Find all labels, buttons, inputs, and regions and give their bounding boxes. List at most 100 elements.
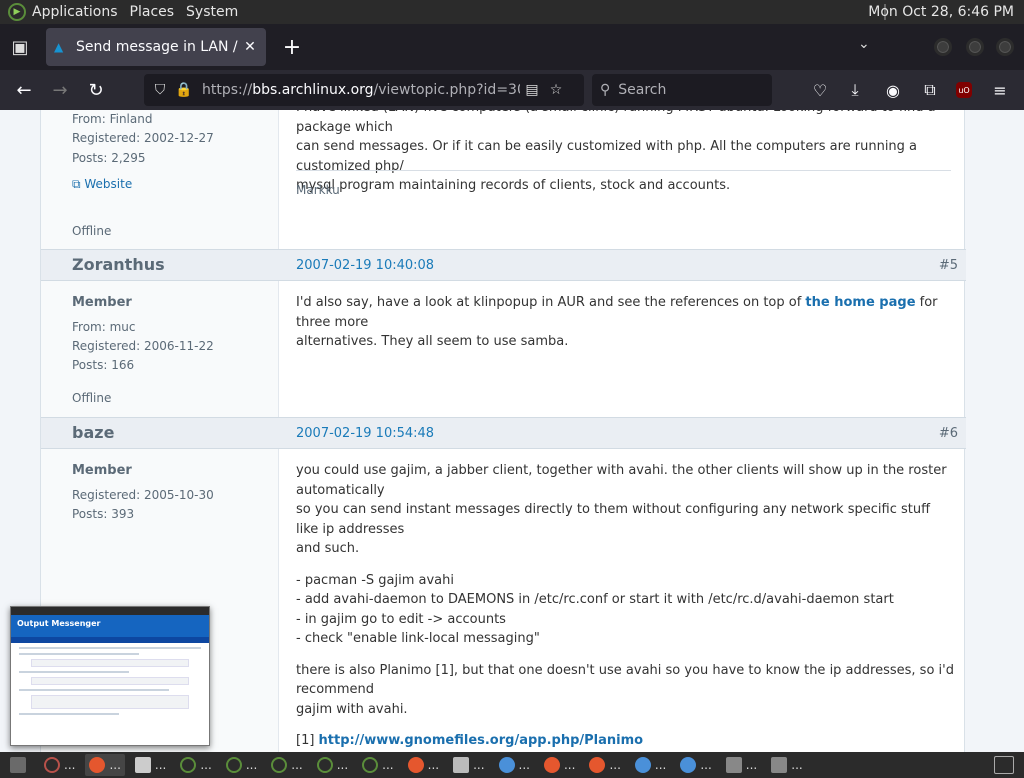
task-item[interactable]: ... (722, 754, 761, 776)
author-registered: Registered: 2006-11-22 (72, 339, 214, 353)
planimo-link[interactable]: http://www.gnomefiles.org/app.php/Planim… (319, 733, 644, 748)
post-username[interactable]: baze (72, 423, 114, 442)
post-line: gajim with avahi. (296, 701, 408, 717)
tab-list-icon[interactable]: ▣ (0, 27, 40, 67)
task-item[interactable]: ... (176, 754, 215, 776)
shield-icon[interactable]: ⛉ (148, 82, 172, 98)
signature-divider (296, 170, 951, 171)
task-label: ... (427, 758, 440, 772)
task-item[interactable]: ... (131, 754, 170, 776)
terminal-icon (225, 757, 242, 773)
clock[interactable]: Mon Oct 28, 6:46 PM (868, 4, 1014, 20)
post-line: and such. (296, 541, 360, 556)
search-bar[interactable]: ⚲ Search (592, 74, 772, 106)
bookmark-star-icon[interactable]: ☆ (544, 82, 568, 98)
chrome-icon (498, 757, 515, 773)
terminal-icon (316, 757, 333, 773)
post-line: there is also Planimo [1], but that one … (296, 662, 954, 698)
task-item[interactable]: ... (449, 754, 488, 776)
tab-title: Send message in LAN / Netw (76, 39, 242, 55)
back-arrow-icon[interactable]: ← (6, 74, 42, 106)
monitor-icon (725, 757, 742, 773)
post-text: I'd also say, have a look at klinpopup i… (296, 295, 806, 310)
author-website-link[interactable]: ⧉ Website (72, 177, 132, 192)
post-signature: Markku (296, 183, 340, 197)
task-item[interactable]: ... (313, 754, 352, 776)
task-label: ... (291, 758, 303, 772)
home-page-link[interactable]: the home page (805, 295, 915, 310)
task-item[interactable]: ... (358, 754, 397, 776)
post-line: I have linked (LAN) five computers (a sm… (296, 110, 936, 135)
active-tab[interactable]: ▲ Send message in LAN / Netw ✕ (46, 28, 266, 66)
chrome-icon (634, 757, 651, 773)
task-firefox-active[interactable]: ... (85, 754, 125, 776)
thumbnail-header: Output Messenger (11, 615, 209, 637)
task-item[interactable]: ... (40, 754, 79, 776)
external-link-icon: ⧉ (72, 177, 85, 191)
post-body: I'd also say, have a look at klinpopup i… (296, 293, 956, 352)
pocket-icon[interactable]: ♡ (808, 78, 832, 102)
arch-favicon-icon: ▲ (54, 40, 64, 54)
thumbnail-line (19, 653, 139, 655)
thumbnail-titlebar (11, 607, 209, 615)
extensions-icon[interactable]: ⧉ (918, 78, 942, 102)
window-preview-thumbnail[interactable]: Output Messenger (10, 606, 210, 746)
post-username[interactable]: Zoranthus (72, 255, 165, 274)
task-item[interactable]: ... (222, 754, 261, 776)
new-tab-button[interactable]: + (278, 35, 306, 60)
task-label: ... (791, 758, 803, 772)
task-item[interactable]: ... (676, 754, 715, 776)
reload-icon[interactable]: ↻ (78, 74, 114, 106)
tab-bar: ▣ ▲ Send message in LAN / Netw ✕ + ⌄ (0, 24, 1024, 70)
downloads-icon[interactable]: ⤓ (843, 78, 867, 102)
chevron-down-icon[interactable]: ⌄ (858, 36, 870, 52)
task-item[interactable]: ... (767, 754, 806, 776)
task-item[interactable]: ... (267, 754, 306, 776)
ublock-origin-icon[interactable]: uO (956, 82, 972, 98)
hamburger-menu-icon[interactable]: ≡ (988, 78, 1012, 102)
post-line: [1] http://www.gnomefiles.org/app.php/Pl… (296, 731, 956, 751)
task-label: ... (336, 758, 349, 772)
task-label: ... (382, 758, 394, 772)
author-role: Member (72, 463, 132, 478)
task-label: ... (745, 758, 758, 772)
show-desktop-icon[interactable] (994, 756, 1014, 774)
post-date-link[interactable]: 2007-02-19 10:40:08 (296, 258, 434, 273)
url-text[interactable]: https://bbs.archlinux.org/viewtopic.php?… (202, 82, 520, 98)
thumbnail-codeblock (31, 695, 189, 709)
task-item[interactable]: ... (404, 754, 443, 776)
thumbnail-codeblock (31, 677, 189, 685)
task-label: ... (109, 758, 121, 772)
post-line: so you can send instant messages directl… (296, 502, 931, 537)
places-menu[interactable]: Places (124, 4, 181, 20)
thumbnail-codeblock (31, 659, 189, 667)
task-item[interactable]: ... (631, 754, 670, 776)
applications-menu[interactable]: Applications (26, 4, 124, 20)
task-item[interactable]: ... (495, 754, 534, 776)
reader-view-icon[interactable]: ▤ (520, 82, 544, 98)
url-bar[interactable]: ⛉ 🔒 https://bbs.archlinux.org/viewtopic.… (144, 74, 584, 106)
close-window-button[interactable] (996, 38, 1014, 56)
tab-close-icon[interactable]: ✕ (242, 39, 258, 55)
url-path: /viewtopic.php?id=30003 (373, 82, 520, 98)
task-label: ... (518, 758, 530, 772)
account-icon[interactable]: ◉ (881, 78, 905, 102)
task-desktop[interactable] (6, 754, 34, 776)
forward-arrow-icon[interactable]: → (42, 74, 78, 106)
maximize-button[interactable] (966, 38, 984, 56)
thumbnail-line (19, 689, 169, 691)
post-5: Member From: muc Registered: 2006-11-22 … (41, 281, 966, 417)
post-date-link[interactable]: 2007-02-19 10:54:48 (296, 426, 434, 441)
task-item[interactable]: ... (585, 754, 624, 776)
author-status: Offline (72, 224, 112, 238)
system-menu[interactable]: System (180, 4, 244, 20)
author-posts: Posts: 166 (72, 358, 135, 372)
firefox-icon (589, 757, 606, 773)
lock-icon[interactable]: 🔒 (172, 82, 196, 98)
post-number: #6 (938, 426, 958, 441)
post-line: alternatives. They all seem to use samba… (296, 334, 569, 349)
task-item[interactable]: ... (540, 754, 579, 776)
website-label: Website (84, 177, 133, 191)
system-logo-icon[interactable]: ▶ (8, 3, 26, 21)
minimize-button[interactable] (934, 38, 952, 56)
